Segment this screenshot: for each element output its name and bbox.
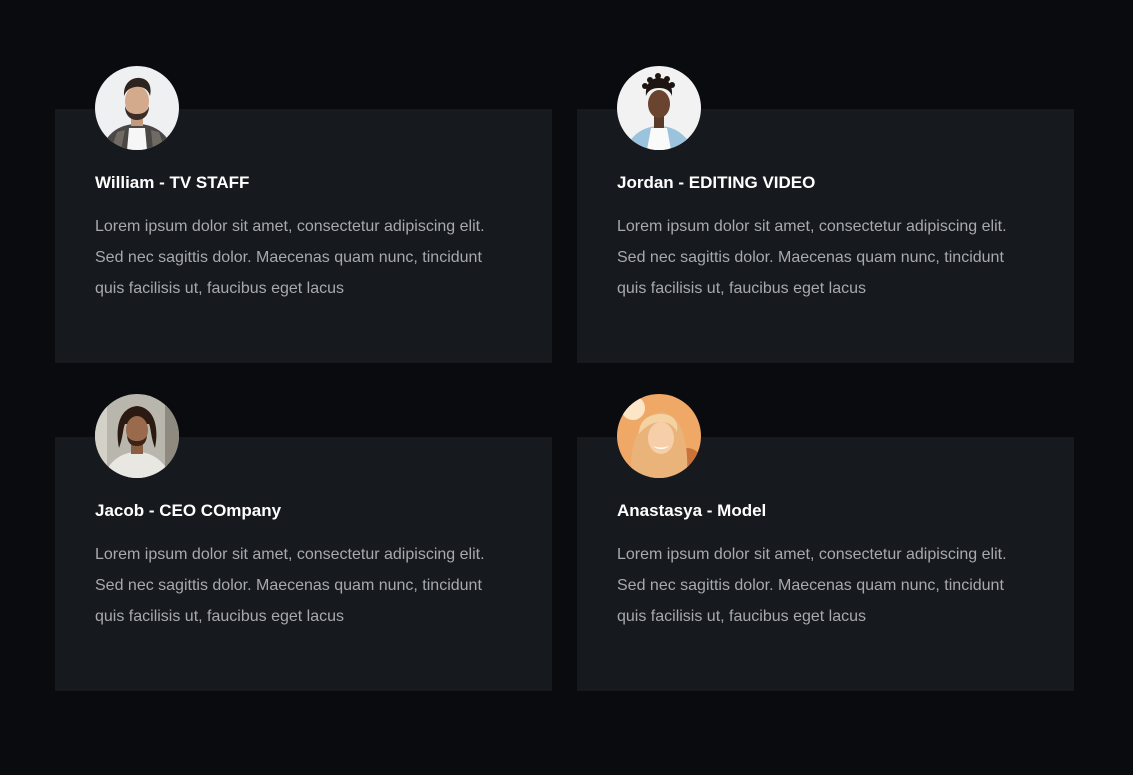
card-description: Lorem ipsum dolor sit amet, consectetur … — [617, 211, 1037, 304]
card-description: Lorem ipsum dolor sit amet, consectetur … — [617, 539, 1037, 632]
description-line: Lorem ipsum dolor sit amet, consectetur … — [95, 218, 485, 235]
description-line: Lorem ipsum dolor sit amet, consectetur … — [617, 218, 1007, 235]
description-line: Lorem ipsum dolor sit amet, consectetur … — [617, 546, 1007, 563]
avatar-william — [95, 66, 179, 150]
avatar-jacob — [95, 394, 179, 478]
avatar-anastasya — [617, 394, 701, 478]
description-line: Sed nec sagittis dolor. Maecenas quam nu… — [617, 249, 1004, 266]
card-title: Jacob - CEO COmpany — [95, 501, 282, 520]
card-description: Lorem ipsum dolor sit amet, consectetur … — [95, 539, 515, 632]
description-line: quis facilisis ut, faucibus eget lacus — [95, 280, 345, 297]
description-line: Sed nec sagittis dolor. Maecenas quam nu… — [95, 249, 482, 266]
card-title: William - TV STAFF — [95, 173, 250, 192]
testimonials-page: { "theme": { "background": "#0a0b0f", "c… — [0, 0, 1133, 775]
description-line: Sed nec sagittis dolor. Maecenas quam nu… — [95, 577, 482, 594]
card-title: Anastasya - Model — [617, 501, 767, 520]
avatar-jordan — [617, 66, 701, 150]
description-line: quis facilisis ut, faucibus eget lacus — [95, 608, 345, 625]
description-line: Lorem ipsum dolor sit amet, consectetur … — [95, 546, 485, 563]
card-description: Lorem ipsum dolor sit amet, consectetur … — [95, 211, 515, 304]
description-line: quis facilisis ut, faucibus eget lacus — [617, 608, 867, 625]
description-line: quis facilisis ut, faucibus eget lacus — [617, 280, 867, 297]
card-title: Jordan - EDITING VIDEO — [617, 173, 816, 192]
description-line: Sed nec sagittis dolor. Maecenas quam nu… — [617, 577, 1004, 594]
